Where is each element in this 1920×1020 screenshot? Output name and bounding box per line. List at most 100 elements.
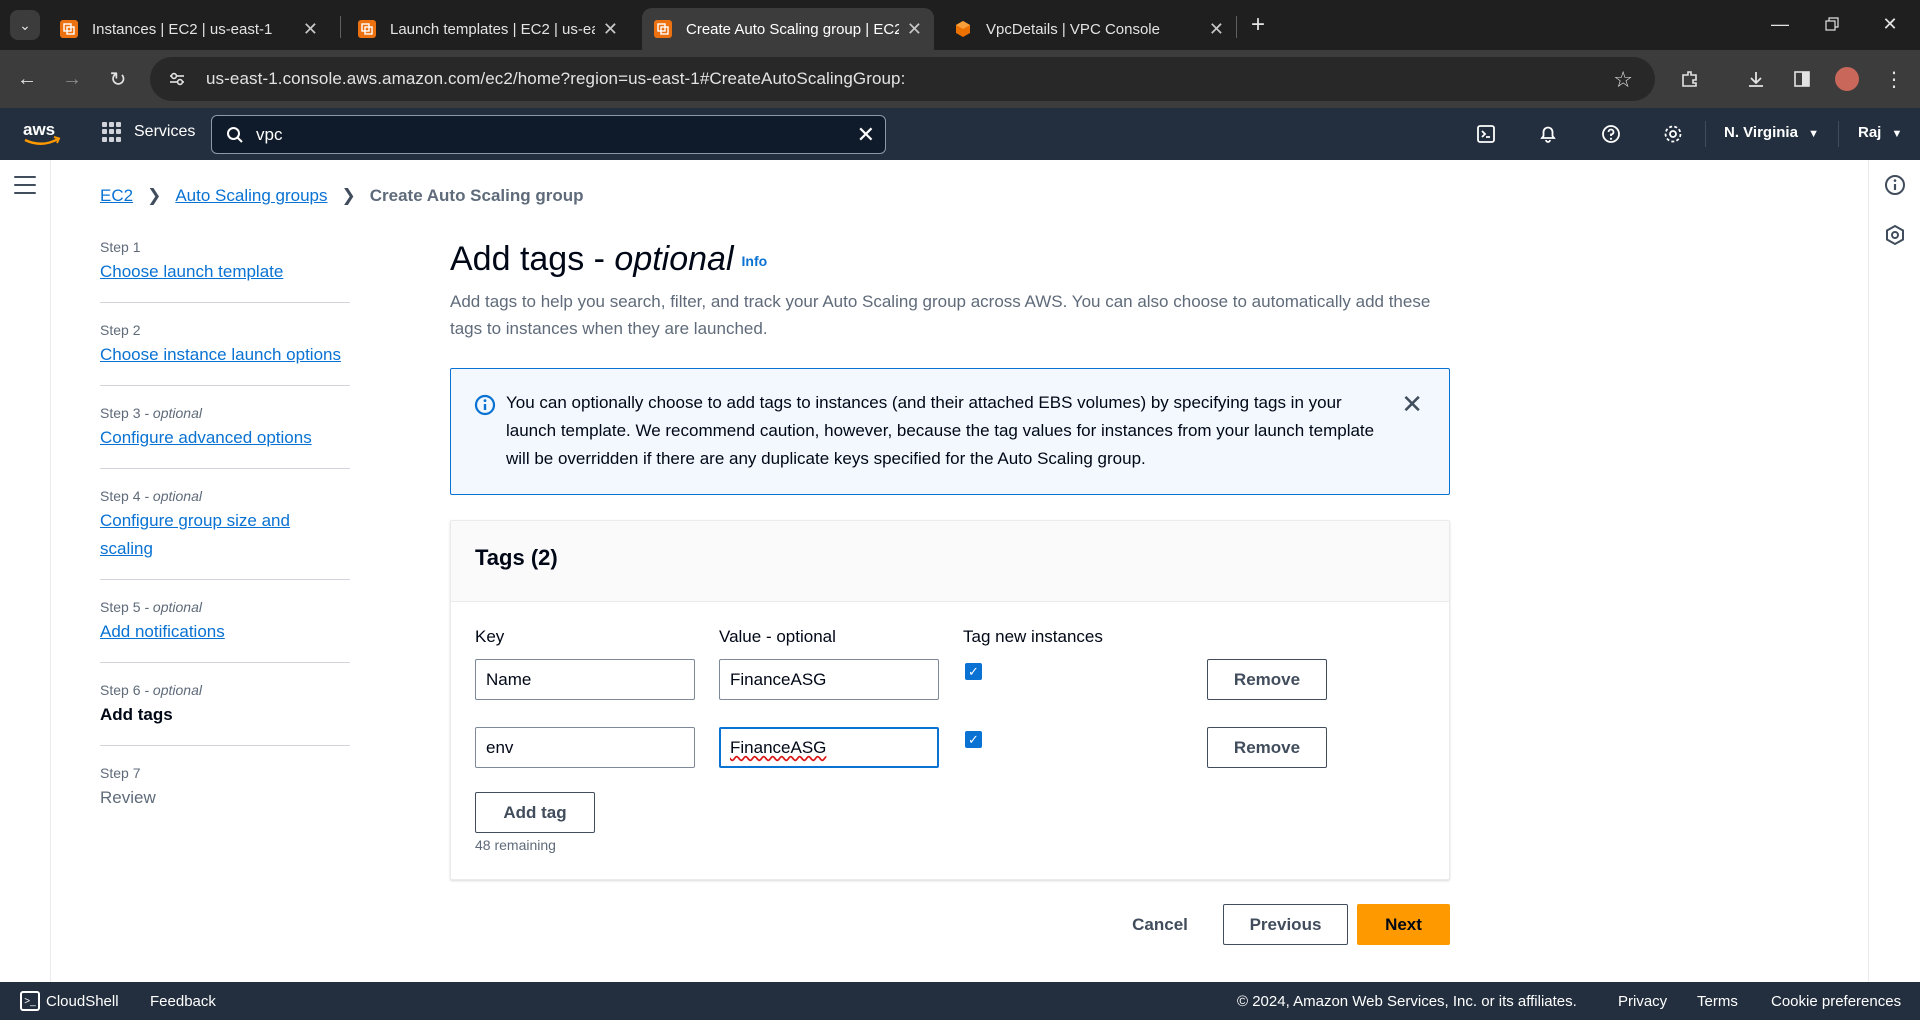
tab-title: Launch templates | EC2 | us-east-1: [390, 20, 595, 38]
tag-key-input[interactable]: env: [475, 727, 695, 768]
search-value: vpc: [256, 124, 283, 144]
page-description: Add tags to help you search, filter, and…: [450, 292, 1431, 339]
aws-console-icon: [358, 20, 376, 38]
aws-logo[interactable]: aws: [22, 118, 62, 150]
notifications-bell-icon[interactable]: [1536, 122, 1560, 146]
info-link[interactable]: Info: [742, 253, 768, 269]
main-content: Add tags - optional Info Add tags to help…: [450, 236, 1450, 342]
info-panel-icon[interactable]: [1883, 173, 1907, 197]
cloudshell-link[interactable]: CloudShell: [46, 993, 119, 1010]
tag-new-instances-label: Tag new instances: [963, 627, 1103, 646]
tab-close-icon[interactable]: ✕: [303, 19, 318, 40]
tab-title: Create Auto Scaling group | EC2 | us-eas…: [686, 20, 899, 38]
console-search-input[interactable]: vpc ✕: [211, 115, 886, 154]
step-link-instance-launch-options[interactable]: Choose instance launch options: [100, 341, 350, 369]
site-info-icon[interactable]: [166, 68, 188, 90]
left-navigation-rail: [0, 160, 51, 982]
privacy-link[interactable]: Privacy: [1618, 993, 1667, 1010]
aws-console-icon: [60, 20, 78, 38]
console-footer: >_ CloudShell Feedback © 2024, Amazon We…: [0, 982, 1920, 1020]
tag-key-input[interactable]: Name: [475, 659, 695, 700]
account-name: Raj: [1858, 124, 1882, 141]
terms-link[interactable]: Terms: [1697, 993, 1738, 1010]
account-menu[interactable]: Raj ▼: [1858, 124, 1902, 141]
wizard-step-7: Step 7 Review: [100, 762, 350, 828]
breadcrumb-current: Create Auto Scaling group: [369, 186, 584, 205]
step-link-advanced-options[interactable]: Configure advanced options: [100, 424, 350, 452]
tag-new-instances-checkbox[interactable]: ✓: [965, 663, 982, 680]
browser-tab-create-asg[interactable]: Create Auto Scaling group | EC2 | us-eas…: [642, 8, 934, 50]
tag-value-input[interactable]: FinanceASG: [719, 727, 939, 768]
download-icon[interactable]: [1742, 65, 1770, 93]
amazon-q-icon[interactable]: [1883, 223, 1907, 247]
restore-icon[interactable]: [1810, 8, 1854, 40]
wizard-steps: Step 1 Choose launch template Step 2 Cho…: [100, 236, 350, 844]
step-link-choose-launch-template[interactable]: Choose launch template: [100, 258, 350, 286]
nav-divider: [1705, 121, 1706, 147]
extensions-icon[interactable]: [1676, 65, 1704, 93]
browser-tab-instances[interactable]: Instances | EC2 | us-east-1 ✕: [48, 8, 330, 50]
step-review: Review: [100, 788, 156, 807]
step-number: Step 7: [100, 765, 141, 781]
browser-tab-vpc[interactable]: VpcDetails | VPC Console ✕: [942, 8, 1236, 50]
step-link-group-size-scaling[interactable]: Configure group size and scaling: [100, 507, 310, 563]
wizard-step-2: Step 2 Choose instance launch options: [100, 319, 350, 386]
add-tag-button[interactable]: Add tag: [475, 792, 595, 833]
copyright-text: © 2024, Amazon Web Services, Inc. or its…: [1237, 993, 1577, 1010]
wizard-step-5: Step 5 - optional Add notifications: [100, 596, 350, 663]
tab-close-icon[interactable]: ✕: [1209, 19, 1224, 40]
browser-tab-bar: ⌄ Instances | EC2 | us-east-1 ✕ Launch t…: [0, 0, 1920, 50]
browser-tab-launch-templates[interactable]: Launch templates | EC2 | us-east-1 ✕: [346, 8, 630, 50]
tab-close-icon[interactable]: ✕: [907, 19, 922, 40]
dismiss-alert-icon[interactable]: ✕: [1401, 389, 1423, 420]
window-close-icon[interactable]: ✕: [1868, 8, 1912, 40]
minimize-icon[interactable]: —: [1758, 8, 1802, 40]
previous-button[interactable]: Previous: [1223, 904, 1348, 945]
tag-new-instances-checkbox[interactable]: ✓: [965, 731, 982, 748]
remove-tag-button[interactable]: Remove: [1207, 727, 1327, 768]
tab-list-chevron-icon[interactable]: ⌄: [10, 10, 40, 40]
cloudshell-icon[interactable]: [1474, 122, 1498, 146]
cancel-button[interactable]: Cancel: [1124, 904, 1196, 945]
step-link-add-notifications[interactable]: Add notifications: [100, 618, 350, 646]
help-icon[interactable]: [1599, 122, 1623, 146]
clear-search-icon[interactable]: ✕: [857, 122, 875, 148]
services-menu[interactable]: Services: [102, 122, 195, 142]
more-menu-icon[interactable]: ⋮: [1880, 65, 1908, 93]
step-number: Step 2: [100, 322, 141, 338]
feedback-link[interactable]: Feedback: [150, 993, 216, 1010]
hamburger-menu-icon[interactable]: [14, 176, 36, 200]
step-number: Step 6 - optional: [100, 682, 202, 698]
address-bar[interactable]: us-east-1.console.aws.amazon.com/ec2/hom…: [150, 57, 1655, 101]
bookmark-star-icon[interactable]: ☆: [1613, 67, 1633, 93]
search-icon: [227, 126, 243, 143]
step-current-add-tags: Add tags: [100, 705, 173, 724]
side-panel-icon[interactable]: [1788, 65, 1816, 93]
tab-title: Instances | EC2 | us-east-1: [92, 20, 273, 38]
info-alert: You can optionally choose to add tags to…: [450, 368, 1450, 495]
back-arrow-icon[interactable]: ←: [12, 64, 42, 94]
step-number: Step 4 - optional: [100, 488, 202, 504]
tags-title: Tags (2): [475, 545, 558, 570]
svg-text:aws: aws: [23, 120, 55, 139]
region-selector[interactable]: N. Virginia ▼: [1724, 124, 1819, 141]
tag-value-input[interactable]: FinanceASG: [719, 659, 939, 700]
caret-down-icon: ▼: [1808, 128, 1819, 140]
tab-close-icon[interactable]: ✕: [603, 19, 618, 40]
breadcrumb-ec2[interactable]: EC2: [100, 186, 133, 206]
nav-divider: [1838, 121, 1839, 147]
settings-gear-icon[interactable]: [1661, 122, 1685, 146]
remove-tag-button[interactable]: Remove: [1207, 659, 1327, 700]
cookie-preferences-link[interactable]: Cookie preferences: [1771, 993, 1901, 1010]
next-button[interactable]: Next: [1357, 904, 1450, 945]
cloudshell-icon[interactable]: >_: [20, 991, 40, 1011]
vpc-icon: [954, 20, 972, 38]
forward-arrow-icon[interactable]: →: [57, 64, 87, 94]
chevron-right-icon: ❯: [147, 186, 162, 205]
breadcrumb-auto-scaling-groups[interactable]: Auto Scaling groups: [175, 186, 327, 206]
caret-down-icon: ▼: [1891, 128, 1903, 140]
page-title: Add tags - optional Info: [450, 240, 768, 278]
reload-icon[interactable]: ↻: [103, 64, 133, 94]
new-tab-plus-icon[interactable]: +: [1244, 11, 1272, 39]
profile-avatar[interactable]: [1835, 67, 1859, 91]
